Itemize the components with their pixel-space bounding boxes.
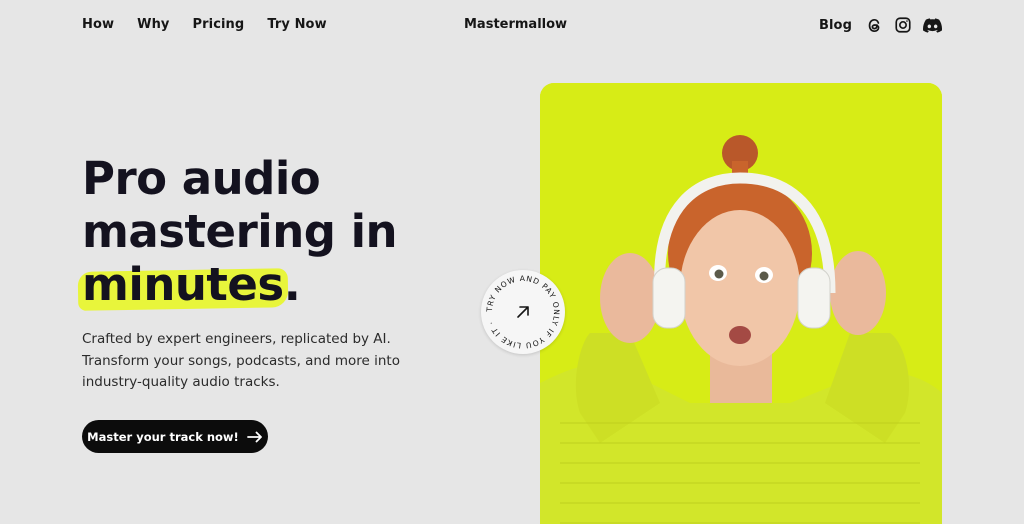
hero-title-line-1: Pro audio — [82, 152, 321, 205]
hero-title-period: . — [283, 258, 301, 311]
arrow-up-right-icon — [513, 302, 533, 322]
nav-link-how[interactable]: How — [82, 17, 114, 32]
hero-title-line-3: minutes. — [82, 258, 462, 311]
secondary-nav: Blog — [819, 15, 942, 35]
try-now-badge[interactable]: TRY NOW AND PAY ONLY IF YOU LIKE IT · — [481, 270, 565, 354]
hero-image — [540, 83, 942, 524]
instagram-icon[interactable] — [893, 15, 913, 35]
hero-title: Pro audio mastering in minutes. — [82, 152, 462, 311]
nav-link-pricing[interactable]: Pricing — [193, 17, 245, 32]
discord-icon[interactable] — [922, 15, 942, 35]
brand-logo[interactable]: Mastermallow — [464, 17, 567, 32]
nav-link-blog[interactable]: Blog — [819, 18, 852, 33]
subtitle-line: industry-quality audio tracks. — [82, 374, 280, 390]
primary-nav: How Why Pricing Try Now — [82, 17, 327, 32]
hero-subtitle: Crafted by expert engineers, replicated … — [82, 329, 402, 394]
hero-title-highlight: minutes — [82, 258, 284, 311]
nav-link-try-now[interactable]: Try Now — [267, 17, 326, 32]
top-nav: How Why Pricing Try Now Mastermallow Blo… — [0, 0, 1024, 52]
arrow-right-icon — [246, 431, 263, 443]
cta-label: Master your track now! — [87, 429, 239, 444]
hero-title-line-2: mastering in — [82, 205, 398, 258]
threads-icon[interactable] — [864, 15, 884, 35]
nav-link-why[interactable]: Why — [137, 17, 169, 32]
girl-with-headphones-illustration — [540, 83, 942, 524]
subtitle-line: Transform your songs, podcasts, and more… — [82, 352, 400, 369]
master-track-button[interactable]: Master your track now! — [82, 420, 268, 453]
subtitle-line: Crafted by expert engineers, replicated … — [82, 331, 391, 347]
highlight-marker: minutes — [82, 258, 284, 311]
